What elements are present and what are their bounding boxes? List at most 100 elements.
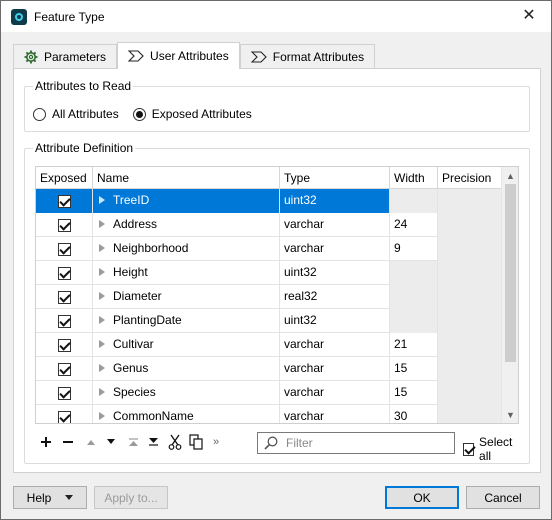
type-cell[interactable]: varchar bbox=[280, 237, 390, 261]
name-cell[interactable]: Genus bbox=[93, 357, 280, 381]
expand-arrow-icon[interactable] bbox=[99, 411, 105, 420]
move-top-icon[interactable] bbox=[125, 431, 141, 453]
type-cell[interactable]: varchar bbox=[280, 333, 390, 357]
type-cell[interactable]: varchar bbox=[280, 405, 390, 423]
move-bottom-icon[interactable] bbox=[145, 431, 161, 453]
cut-icon[interactable] bbox=[166, 431, 184, 453]
ok-button[interactable]: OK bbox=[385, 486, 459, 509]
table-row[interactable]: Neighborhood varchar 9 bbox=[36, 237, 502, 261]
exposed-checkbox[interactable] bbox=[57, 242, 71, 256]
tab-parameters[interactable]: Parameters bbox=[13, 44, 118, 69]
move-up-icon[interactable] bbox=[83, 431, 99, 453]
table-row[interactable]: CommonName varchar 30 bbox=[36, 405, 502, 423]
add-icon[interactable] bbox=[37, 431, 55, 453]
width-cell[interactable]: 15 bbox=[390, 357, 438, 381]
expand-arrow-icon[interactable] bbox=[99, 363, 105, 372]
column-header-width[interactable]: Width bbox=[390, 167, 438, 189]
select-all-checkbox[interactable] bbox=[463, 442, 475, 456]
tab-user-attributes[interactable]: User Attributes bbox=[117, 42, 240, 69]
all-attributes-radio[interactable] bbox=[33, 107, 46, 121]
tab-user-attributes-label: User Attributes bbox=[150, 49, 229, 63]
name-cell[interactable]: TreeID bbox=[93, 189, 280, 213]
exposed-checkbox[interactable] bbox=[57, 266, 71, 280]
exposed-checkbox[interactable] bbox=[57, 218, 71, 232]
name-cell[interactable]: Height bbox=[93, 261, 280, 285]
name-cell[interactable]: CommonName bbox=[93, 405, 280, 423]
filter-field[interactable] bbox=[257, 432, 455, 454]
width-cell[interactable]: 9 bbox=[390, 237, 438, 261]
type-cell[interactable]: varchar bbox=[280, 381, 390, 405]
expand-arrow-icon[interactable] bbox=[99, 315, 105, 324]
width-cell[interactable]: 15 bbox=[390, 381, 438, 405]
all-attributes-label[interactable]: All Attributes bbox=[52, 107, 119, 121]
type-cell[interactable]: real32 bbox=[280, 285, 390, 309]
table-row[interactable]: Genus varchar 15 bbox=[36, 357, 502, 381]
type-cell[interactable]: varchar bbox=[280, 213, 390, 237]
expand-arrow-icon[interactable] bbox=[99, 339, 105, 348]
expand-arrow-icon[interactable] bbox=[99, 243, 105, 252]
type-cell[interactable]: uint32 bbox=[280, 309, 390, 333]
width-cell[interactable]: 21 bbox=[390, 333, 438, 357]
apply-to-button-label: Apply to... bbox=[104, 490, 158, 505]
scroll-up-icon[interactable]: ▲ bbox=[502, 167, 518, 184]
type-cell[interactable]: varchar bbox=[280, 357, 390, 381]
precision-cell bbox=[438, 381, 502, 405]
exposed-checkbox[interactable] bbox=[57, 194, 71, 208]
filter-input[interactable] bbox=[284, 435, 444, 451]
table-row[interactable]: Address varchar 24 bbox=[36, 213, 502, 237]
column-header-exposed[interactable]: Exposed bbox=[36, 167, 93, 189]
table-row[interactable]: PlantingDate uint32 bbox=[36, 309, 502, 333]
close-icon[interactable]: ✕ bbox=[521, 8, 537, 24]
column-header-type[interactable]: Type bbox=[280, 167, 390, 189]
exposed-checkbox[interactable] bbox=[57, 386, 71, 400]
attribute-name: Address bbox=[113, 217, 158, 231]
exposed-checkbox[interactable] bbox=[57, 410, 71, 423]
vertical-scrollbar[interactable]: ▲ ▼ bbox=[501, 167, 518, 423]
exposed-cell bbox=[36, 213, 93, 237]
name-cell[interactable]: Cultivar bbox=[93, 333, 280, 357]
width-cell[interactable]: 30 bbox=[390, 405, 438, 423]
expand-arrow-icon[interactable] bbox=[99, 195, 105, 204]
table-row[interactable]: TreeID uint32 bbox=[36, 189, 502, 213]
more-tools-icon[interactable]: » bbox=[209, 431, 223, 453]
exposed-checkbox[interactable] bbox=[57, 290, 71, 304]
precision-cell bbox=[438, 285, 502, 309]
table-body: TreeID uint32 Address varchar 24 Neighborhood… bbox=[36, 189, 502, 423]
select-all-label[interactable]: Select all bbox=[479, 435, 519, 463]
exposed-attributes-label[interactable]: Exposed Attributes bbox=[152, 107, 252, 121]
scrollbar-thumb[interactable] bbox=[505, 184, 516, 362]
expand-arrow-icon[interactable] bbox=[99, 291, 105, 300]
move-down-icon[interactable] bbox=[103, 431, 119, 453]
select-all[interactable]: Select all bbox=[463, 435, 519, 463]
column-header-precision[interactable]: Precision bbox=[438, 167, 502, 189]
name-cell[interactable]: Species bbox=[93, 381, 280, 405]
table-row[interactable]: Diameter real32 bbox=[36, 285, 502, 309]
table-row[interactable]: Species varchar 15 bbox=[36, 381, 502, 405]
table-row[interactable]: Cultivar varchar 21 bbox=[36, 333, 502, 357]
name-cell[interactable]: Neighborhood bbox=[93, 237, 280, 261]
name-cell[interactable]: Address bbox=[93, 213, 280, 237]
exposed-attributes-radio[interactable] bbox=[132, 107, 146, 121]
type-cell[interactable]: uint32 bbox=[280, 189, 390, 213]
type-cell[interactable]: uint32 bbox=[280, 261, 390, 285]
apply-to-button[interactable]: Apply to... bbox=[94, 486, 168, 509]
exposed-cell bbox=[36, 405, 93, 423]
copy-icon[interactable] bbox=[187, 431, 205, 453]
expand-arrow-icon[interactable] bbox=[99, 387, 105, 396]
expand-arrow-icon[interactable] bbox=[99, 219, 105, 228]
exposed-checkbox[interactable] bbox=[57, 314, 71, 328]
table-row[interactable]: Height uint32 bbox=[36, 261, 502, 285]
name-cell[interactable]: PlantingDate bbox=[93, 309, 280, 333]
help-button[interactable]: Help bbox=[13, 486, 87, 509]
expand-arrow-icon[interactable] bbox=[99, 267, 105, 276]
name-cell[interactable]: Diameter bbox=[93, 285, 280, 309]
precision-cell bbox=[438, 237, 502, 261]
exposed-checkbox[interactable] bbox=[57, 362, 71, 376]
column-header-name[interactable]: Name bbox=[93, 167, 280, 189]
cancel-button[interactable]: Cancel bbox=[466, 486, 540, 509]
width-cell[interactable]: 24 bbox=[390, 213, 438, 237]
scroll-down-icon[interactable]: ▼ bbox=[502, 406, 518, 423]
exposed-checkbox[interactable] bbox=[57, 338, 71, 352]
tab-format-attributes[interactable]: Format Attributes bbox=[239, 44, 376, 69]
remove-icon[interactable] bbox=[59, 431, 77, 453]
